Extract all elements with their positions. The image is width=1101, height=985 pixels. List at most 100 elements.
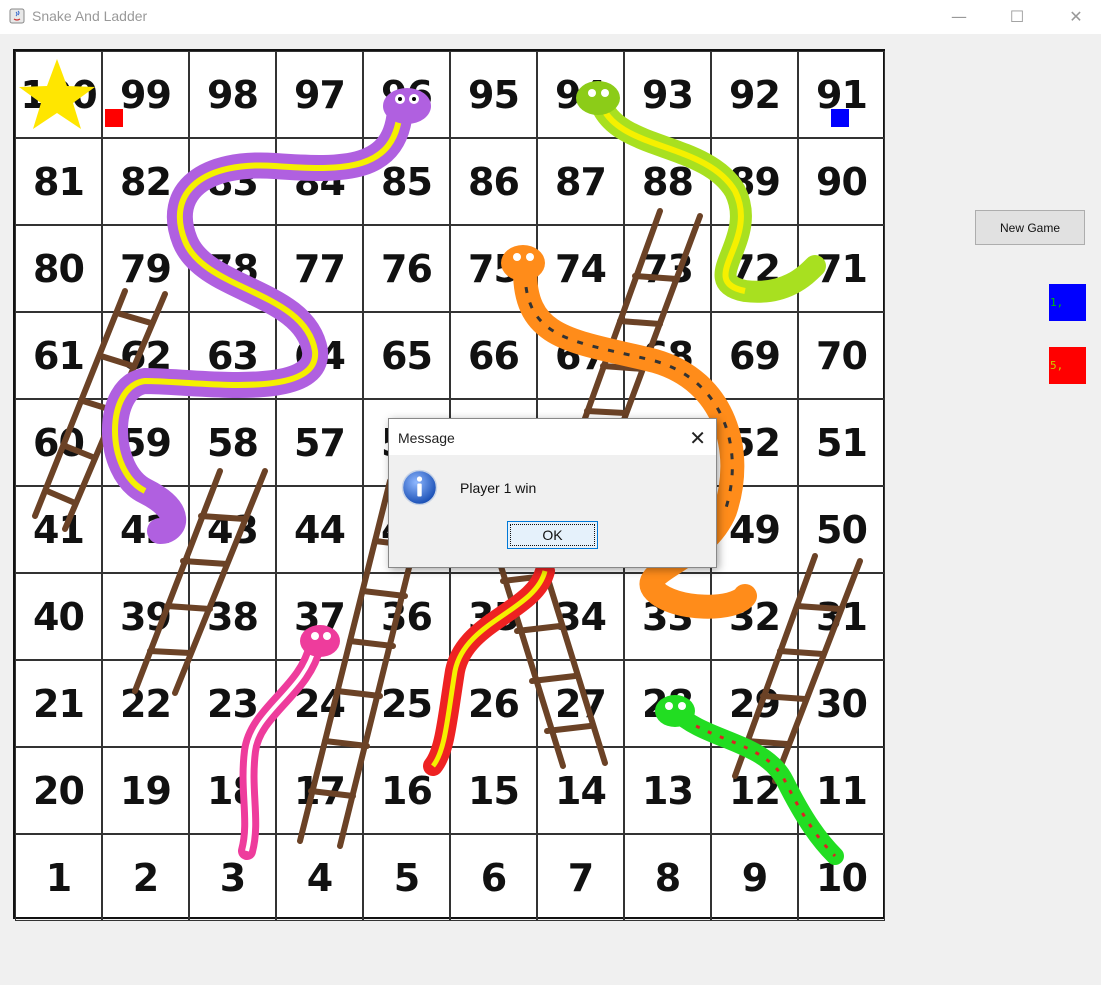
board-square: 25 [363, 660, 450, 747]
board-square: 33 [624, 573, 711, 660]
board-square: 77 [276, 225, 363, 312]
board-square: 27 [537, 660, 624, 747]
board-square: 43 [189, 486, 276, 573]
board-square: 69 [711, 312, 798, 399]
board-square: 66 [450, 312, 537, 399]
board-square: 58 [189, 399, 276, 486]
board-square: 97 [276, 51, 363, 138]
window-titlebar: Snake And Ladder — ☐ ✕ [0, 0, 1101, 34]
player-1-indicator: 1, [1049, 284, 1086, 321]
board-square: 71 [798, 225, 885, 312]
java-app-icon [9, 8, 25, 24]
board-square: 37 [276, 573, 363, 660]
board-square: 88 [624, 138, 711, 225]
dialog-message: Player 1 win [460, 480, 537, 496]
board-square: 89 [711, 138, 798, 225]
board-square: 51 [798, 399, 885, 486]
board-square: 7 [537, 834, 624, 921]
board-square: 29 [711, 660, 798, 747]
board-square: 41 [15, 486, 102, 573]
board-square: 81 [15, 138, 102, 225]
board-square: 62 [102, 312, 189, 399]
board-square: 64 [276, 312, 363, 399]
board-square: 93 [624, 51, 711, 138]
ok-button[interactable]: OK [507, 521, 598, 549]
board-square: 23 [189, 660, 276, 747]
board-square: 8 [624, 834, 711, 921]
board-square: 80 [15, 225, 102, 312]
board-square: 9 [711, 834, 798, 921]
board-square: 30 [798, 660, 885, 747]
dialog-titlebar: Message ✕ [389, 419, 716, 455]
board-square: 95 [450, 51, 537, 138]
board-square: 100 [15, 51, 102, 138]
board-square: 68 [624, 312, 711, 399]
board-square: 35 [450, 573, 537, 660]
dialog-close-icon[interactable]: ✕ [689, 426, 706, 450]
new-game-button[interactable]: New Game [975, 210, 1085, 245]
player-token-blue [831, 109, 849, 127]
board-square: 84 [276, 138, 363, 225]
board-square: 74 [537, 225, 624, 312]
message-dialog: Message ✕ Player 1 win OK [388, 418, 717, 568]
board-square: 36 [363, 573, 450, 660]
board-square: 98 [189, 51, 276, 138]
close-button[interactable]: ✕ [1053, 0, 1099, 32]
board-square: 15 [450, 747, 537, 834]
board-square: 60 [15, 399, 102, 486]
board-square: 28 [624, 660, 711, 747]
board-square: 10 [798, 834, 885, 921]
board-square: 11 [798, 747, 885, 834]
board-square: 86 [450, 138, 537, 225]
board-square: 61 [15, 312, 102, 399]
board-square: 79 [102, 225, 189, 312]
board-square: 49 [711, 486, 798, 573]
board-square: 18 [189, 747, 276, 834]
board-square: 67 [537, 312, 624, 399]
board-square: 6 [450, 834, 537, 921]
board-square: 92 [711, 51, 798, 138]
board-square: 75 [450, 225, 537, 312]
board-square: 40 [15, 573, 102, 660]
window-title: Snake And Ladder [32, 8, 148, 24]
board-square: 87 [537, 138, 624, 225]
board-square: 42 [102, 486, 189, 573]
board-square: 13 [624, 747, 711, 834]
board-square: 83 [189, 138, 276, 225]
board-square: 70 [798, 312, 885, 399]
board-square: 4 [276, 834, 363, 921]
board-square: 94 [537, 51, 624, 138]
board-square: 90 [798, 138, 885, 225]
minimize-button[interactable]: — [936, 0, 982, 32]
board-square: 14 [537, 747, 624, 834]
board-square: 34 [537, 573, 624, 660]
board-square: 44 [276, 486, 363, 573]
board-square: 31 [798, 573, 885, 660]
board-square: 3 [189, 834, 276, 921]
board-square: 82 [102, 138, 189, 225]
dialog-title: Message [398, 430, 455, 446]
board-square: 32 [711, 573, 798, 660]
board-square: 21 [15, 660, 102, 747]
board-square: 17 [276, 747, 363, 834]
maximize-button[interactable]: ☐ [994, 0, 1040, 32]
info-icon [401, 469, 438, 506]
board-square: 12 [711, 747, 798, 834]
board-square: 19 [102, 747, 189, 834]
board-square: 24 [276, 660, 363, 747]
board-square: 65 [363, 312, 450, 399]
board-square: 72 [711, 225, 798, 312]
board-square: 85 [363, 138, 450, 225]
player-token-red [105, 109, 123, 127]
board-square: 50 [798, 486, 885, 573]
board-square: 26 [450, 660, 537, 747]
board-square: 16 [363, 747, 450, 834]
board-square: 20 [15, 747, 102, 834]
board-square: 2 [102, 834, 189, 921]
board-square: 96 [363, 51, 450, 138]
board-square: 63 [189, 312, 276, 399]
board-square: 73 [624, 225, 711, 312]
board-square: 57 [276, 399, 363, 486]
board-square: 78 [189, 225, 276, 312]
player-2-indicator: 5, [1049, 347, 1086, 384]
